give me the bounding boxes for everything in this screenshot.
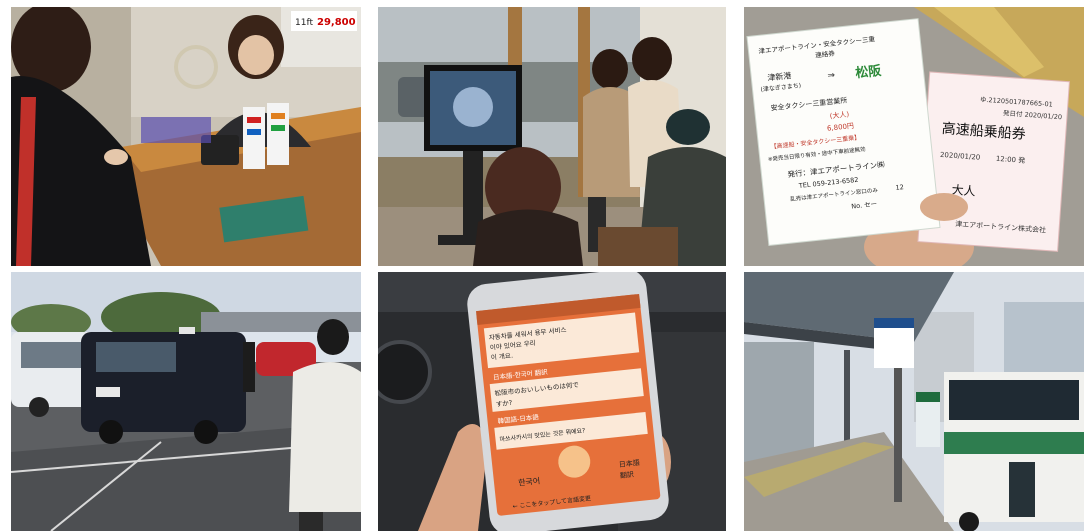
left-ticket-to: 松阪 [855,63,884,82]
left-ticket-serial-num: 12 [895,183,904,192]
tickets-photo: ゆ.2120501787665-01 発日付 2020/01/20 高速船乗船券… [744,7,1084,266]
left-ticket-arrow: ⇒ [827,71,836,82]
bus-stop-photo [744,272,1084,531]
ticket-counter-photo: 11ft 29,800 [11,7,361,266]
translation-app-photo: 자동차를 세워서 용무 서비스 이야 있어요 우리 이 개요. 日本語-한국어 … [378,272,726,531]
app-lang-right2[interactable]: 翻訳 [619,470,634,480]
app-line2b: すか? [495,399,512,409]
price-sign-prefix: 11ft [295,18,313,28]
waiting-room-photo [378,7,726,266]
price-sign-text: 29,800 [317,17,356,28]
photo-collage: 11ft 29,800 ゆ.2120501787665-01 発日付 2020/… [0,0,1085,531]
taxi-stand-photo [11,272,361,531]
